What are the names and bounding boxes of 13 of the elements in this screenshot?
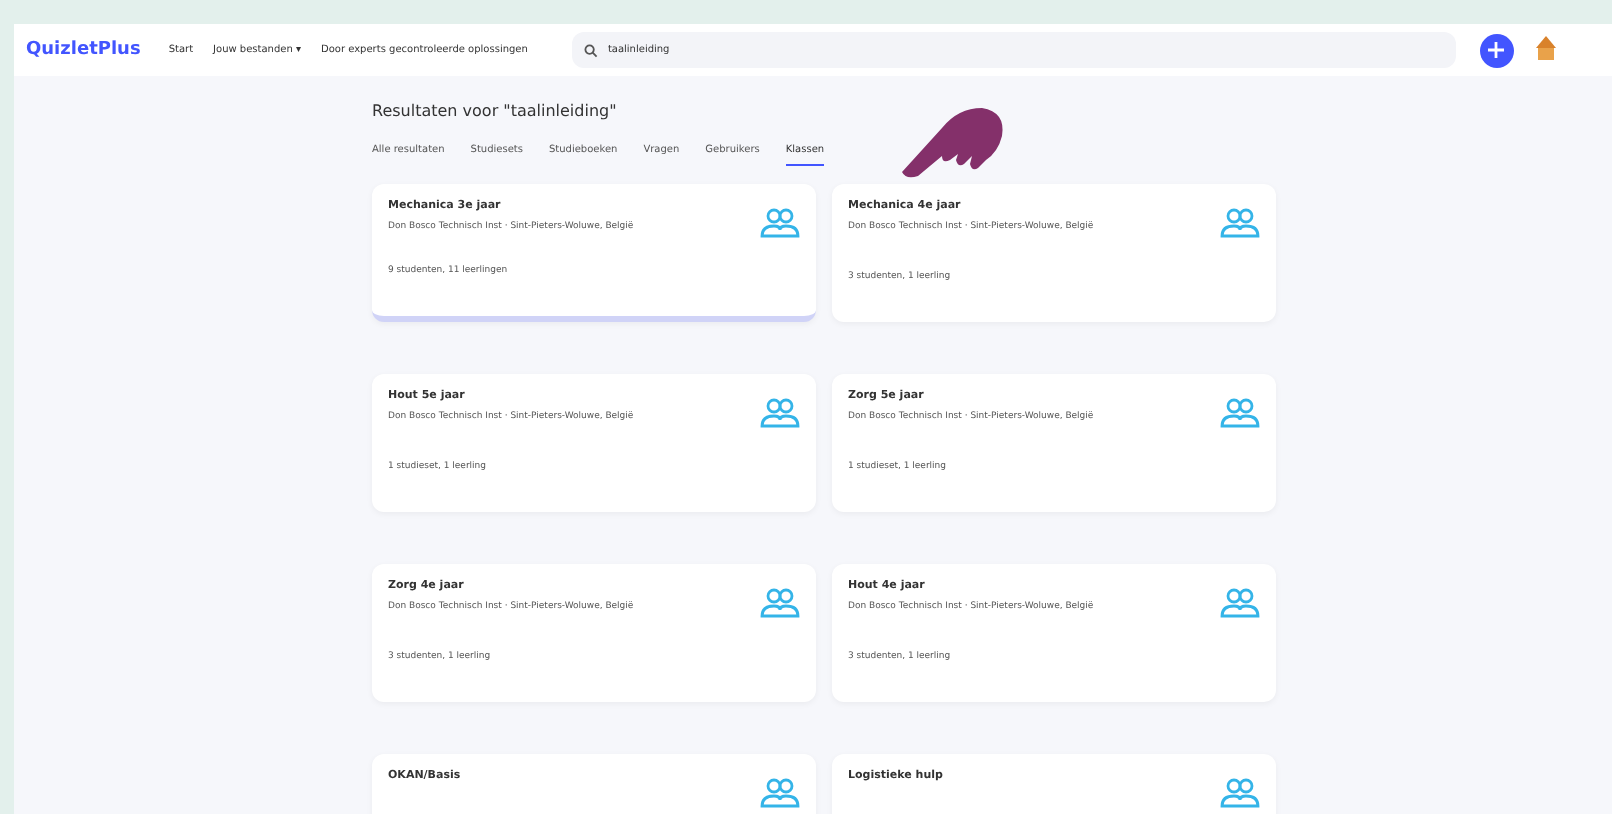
group-icon xyxy=(1220,778,1260,810)
group-icon xyxy=(760,398,800,430)
group-icon xyxy=(1220,588,1260,620)
group-icon xyxy=(1220,208,1260,240)
create-button[interactable] xyxy=(1479,33,1514,67)
search-icon xyxy=(583,43,598,57)
group-icon xyxy=(760,588,800,620)
group-icon xyxy=(760,208,800,240)
plus-icon xyxy=(1488,42,1505,58)
results-heading: Resultaten voor "taalinleiding" xyxy=(372,102,619,120)
group-icon xyxy=(1220,398,1260,430)
group-icon xyxy=(760,778,800,810)
logo[interactable]: QuizletPlus xyxy=(26,40,141,60)
